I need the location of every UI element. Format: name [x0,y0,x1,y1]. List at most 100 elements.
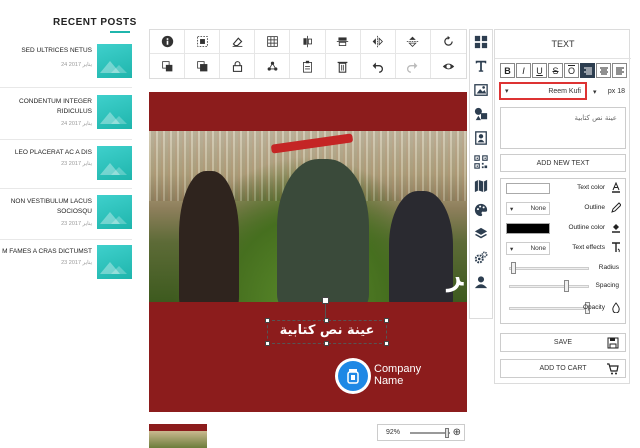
spacing-slider-track[interactable] [509,285,589,288]
radius-slider-handle[interactable] [510,262,516,274]
post-date: 23 يناير 2017 [61,221,92,227]
post-item[interactable]: LEO PLACERAT AC A DIS 23 يناير 2017 [0,146,132,182]
post-title[interactable]: M FAMES A CRAS DICTUMST [0,247,92,257]
layers-icon[interactable] [470,222,492,246]
align-center-icon[interactable] [596,63,611,78]
post-thumbnail[interactable] [97,146,132,180]
post-date: 24 يناير 2017 [61,121,92,127]
editor-toolbar [149,29,467,79]
qr-code-icon[interactable] [470,150,492,174]
duplicate-icon[interactable] [150,54,186,78]
overline-button[interactable]: O [564,63,579,78]
stadium-photo[interactable]: ﺮ [149,131,467,302]
user-icon[interactable] [470,270,492,294]
resize-handle[interactable] [384,318,389,323]
resize-handle[interactable] [324,318,329,323]
post-thumbnail[interactable] [97,195,132,229]
text-content-input[interactable]: عينة نص كتابية [500,107,626,149]
text-color-swatch[interactable] [506,183,550,194]
font-size-select[interactable]: ▾ px 18 [591,84,627,99]
save-button[interactable]: SAVE [500,333,626,352]
font-family-select[interactable]: ▾ Reem Kufi [499,82,587,100]
lock-icon[interactable] [220,54,256,78]
resize-handle[interactable] [265,341,270,346]
draw-palette-icon[interactable] [470,198,492,222]
spacing-row: Spacing [501,277,625,295]
text-layer-content[interactable]: عينة نص كتابية [268,323,386,338]
opacity-slider-track[interactable] [509,307,589,310]
reset-icon[interactable] [430,30,466,54]
text-style-properties: Text color ▾ None Outline Outline color ▾… [500,178,626,324]
text-effects-select[interactable]: ▾ None [506,242,550,255]
bold-button[interactable]: B [500,63,515,78]
resize-handle[interactable] [265,318,270,323]
text-tool-icon[interactable] [470,54,492,78]
paint-bucket-icon [612,224,620,233]
page-thumbnail[interactable] [149,424,207,448]
shopping-cart-icon [607,363,619,375]
post-item[interactable]: M FAMES A CRAS DICTUMST 23 يناير 2017 [0,245,132,281]
undo-icon[interactable] [361,54,396,78]
image-tool-icon[interactable] [470,78,492,102]
underline-button[interactable]: U [532,63,547,78]
align-vertical-center-icon[interactable] [290,30,326,54]
add-new-text-button[interactable]: ADD NEW TEXT [500,154,626,172]
resize-handle[interactable] [324,341,329,346]
outline-select[interactable]: ▾ None [506,202,550,215]
italic-button[interactable]: I [516,63,531,78]
divider [0,139,132,140]
align-right-icon[interactable] [580,63,595,78]
post-item[interactable]: NON VESTIBULUM LACUS SOCIOSQU 23 يناير 2… [0,195,132,231]
select-area-icon[interactable] [185,30,221,54]
zoom-in-icon[interactable]: ⊕ [453,427,461,438]
flip-vertical-icon[interactable] [395,30,431,54]
post-item[interactable]: SED ULTRICES NETUS 24 يناير 2017 [0,44,132,80]
resize-handle[interactable] [384,341,389,346]
cliparts-tool-icon[interactable] [470,126,492,150]
opacity-label: Opacity [582,304,605,311]
company-name-text[interactable]: Company Name [374,363,421,387]
radius-slider-track[interactable] [509,267,589,270]
rotate-handle[interactable] [322,297,329,304]
company-logo[interactable] [335,358,371,394]
selected-text-layer[interactable]: عينة نص كتابية [265,318,389,346]
paste-icon[interactable] [290,54,326,78]
zoom-slider-handle[interactable] [444,428,449,438]
map-icon[interactable] [470,174,492,198]
layouts-grid-icon[interactable] [470,30,492,54]
post-title[interactable]: NON VESTIBULUM LACUS SOCIOSQU [0,197,92,217]
post-thumbnail[interactable] [97,245,132,279]
eraser-icon[interactable] [220,30,256,54]
align-left-icon[interactable] [612,63,627,78]
info-icon[interactable] [150,30,186,54]
save-label: SAVE [553,339,573,346]
bring-front-icon[interactable] [185,54,221,78]
chevron-down-icon: ▾ [505,88,509,95]
redo-icon[interactable] [396,54,431,78]
post-item[interactable]: CONDENTUM INTEGER RIDICULUS 24 يناير 201… [0,95,132,131]
post-title[interactable]: SED ULTRICES NETUS [0,46,92,56]
zoom-value: 92% [386,429,401,436]
shapes-tool-icon[interactable] [470,102,492,126]
group-icon[interactable] [255,54,291,78]
post-title[interactable]: CONDENTUM INTEGER RIDICULUS [0,97,92,117]
tool-tabs [469,29,493,319]
spacing-slider-handle[interactable] [563,280,569,292]
post-thumbnail[interactable] [97,44,132,78]
post-thumbnail[interactable] [97,95,132,129]
post-title[interactable]: LEO PLACERAT AC A DIS [0,148,92,158]
flip-horizontal-icon[interactable] [360,30,396,54]
radius-label: Radius [598,264,619,271]
grid-icon[interactable] [255,30,291,54]
zoom-control[interactable]: 92% ⊕ [377,424,465,441]
align-horizontal-center-icon[interactable] [325,30,361,54]
recent-posts-sidebar: RECENT POSTS SED ULTRICES NETUS 24 يناير… [0,0,140,448]
outline-color-swatch[interactable] [506,223,550,234]
add-to-cart-button[interactable]: ADD TO CART [500,359,626,378]
settings-cogs-icon[interactable] [470,246,492,270]
delete-icon[interactable] [326,54,361,78]
strikethrough-button[interactable]: S [548,63,563,78]
preview-eye-icon[interactable] [431,54,466,78]
fan-figure [277,159,369,302]
title-underline [110,31,130,33]
